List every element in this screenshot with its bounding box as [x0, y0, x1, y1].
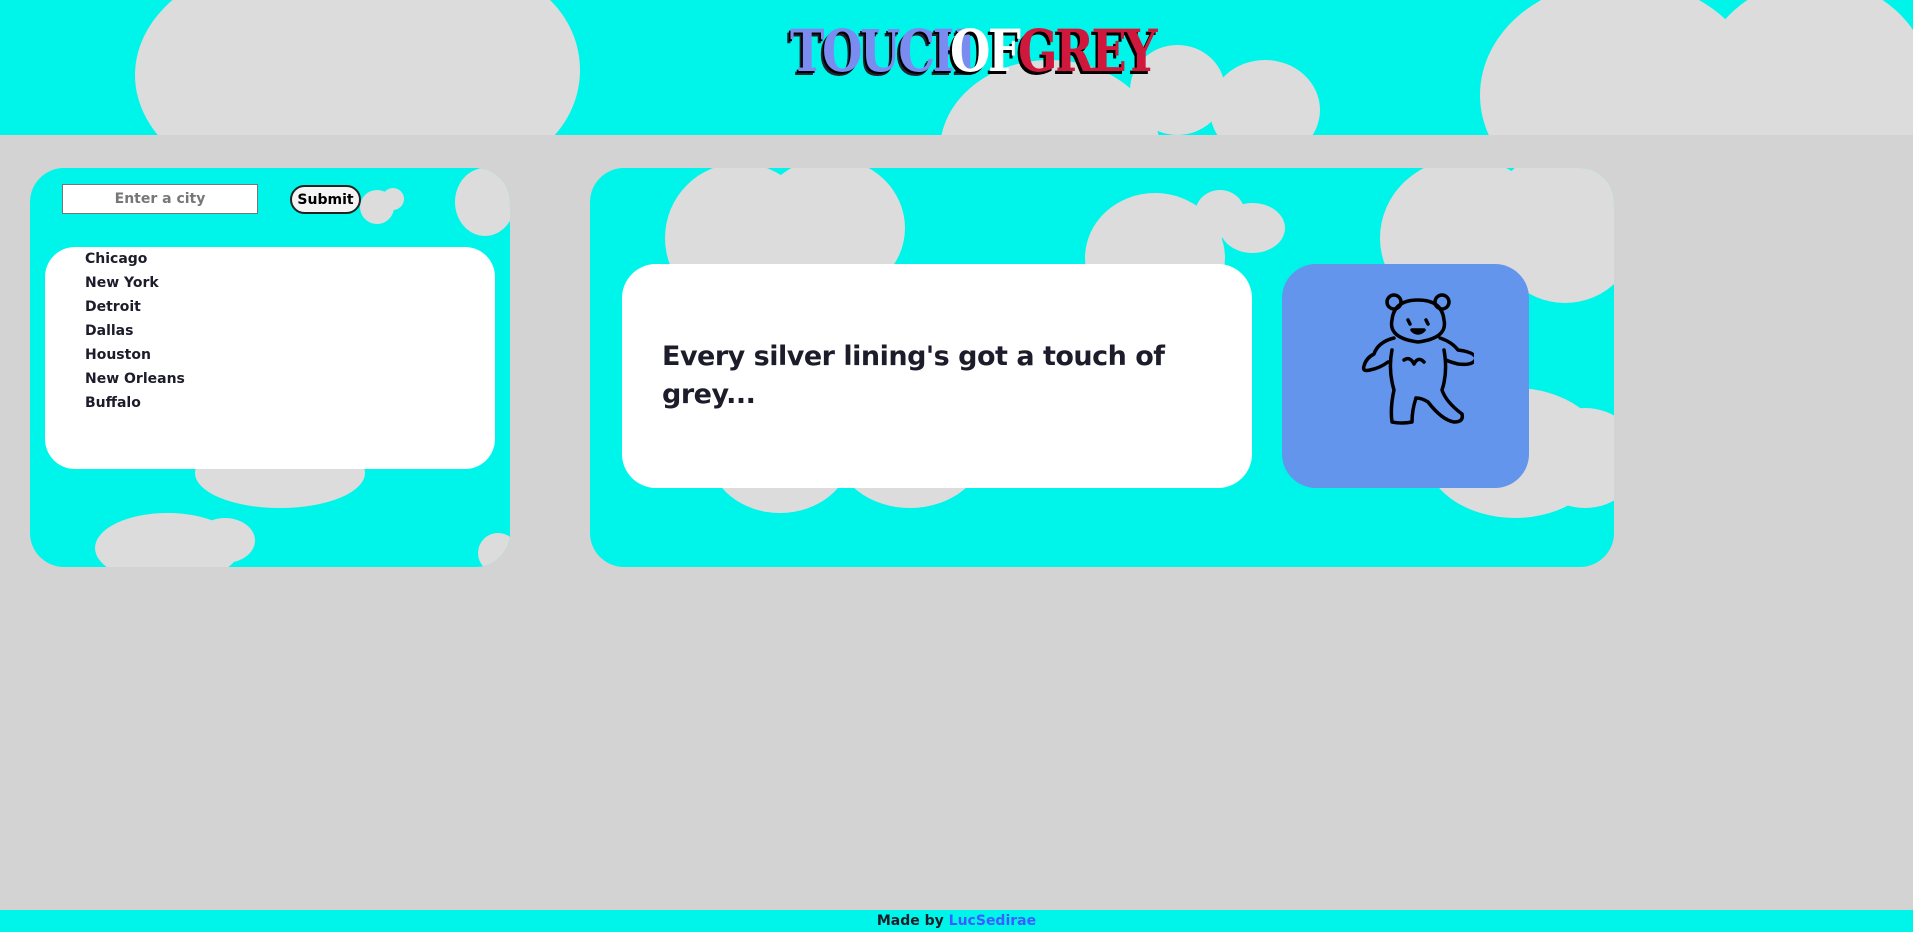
site-header: TOUCH OF GREY — [0, 0, 1913, 135]
city-search-input[interactable] — [62, 184, 258, 214]
quote-text: Every silver lining's got a touch of gre… — [662, 341, 1165, 410]
city-item-new-orleans[interactable]: New Orleans — [85, 367, 495, 391]
footer-prefix: Made by — [876, 913, 944, 929]
search-panel: Submit Chicago New York Detroit Dallas H… — [30, 168, 510, 567]
city-history-list: Chicago New York Detroit Dallas Houston … — [45, 247, 495, 469]
city-item-new-york[interactable]: New York — [85, 271, 495, 295]
logo-word-grey: GREY — [1018, 17, 1157, 85]
bear-card — [1282, 264, 1529, 488]
cloud — [1220, 203, 1285, 253]
city-item-buffalo[interactable]: Buffalo — [85, 391, 495, 415]
cloud — [1210, 60, 1320, 135]
author-link[interactable]: LucSedirae — [949, 913, 1036, 929]
cloud — [1700, 0, 1913, 135]
cloud — [478, 533, 510, 567]
cloud — [195, 518, 255, 563]
logo-word-touch: TOUCH — [790, 17, 977, 85]
city-item-chicago[interactable]: Chicago — [85, 247, 495, 271]
cloud — [370, 0, 580, 135]
logo-word-of: OF — [950, 17, 1021, 85]
city-item-detroit[interactable]: Detroit — [85, 295, 495, 319]
quote-card: Every silver lining's got a touch of gre… — [622, 264, 1252, 488]
city-item-dallas[interactable]: Dallas — [85, 319, 495, 343]
cloud — [455, 168, 510, 236]
site-footer: Made by LucSedirae — [0, 910, 1913, 932]
weather-panel: Every silver lining's got a touch of gre… — [590, 168, 1614, 567]
site-logo: TOUCH OF GREY — [790, 12, 1157, 112]
city-item-houston[interactable]: Houston — [85, 343, 495, 367]
dancing-bear-icon — [1361, 293, 1474, 425]
cloud — [145, 513, 195, 553]
submit-button[interactable]: Submit — [290, 185, 361, 214]
cloud — [382, 188, 404, 210]
